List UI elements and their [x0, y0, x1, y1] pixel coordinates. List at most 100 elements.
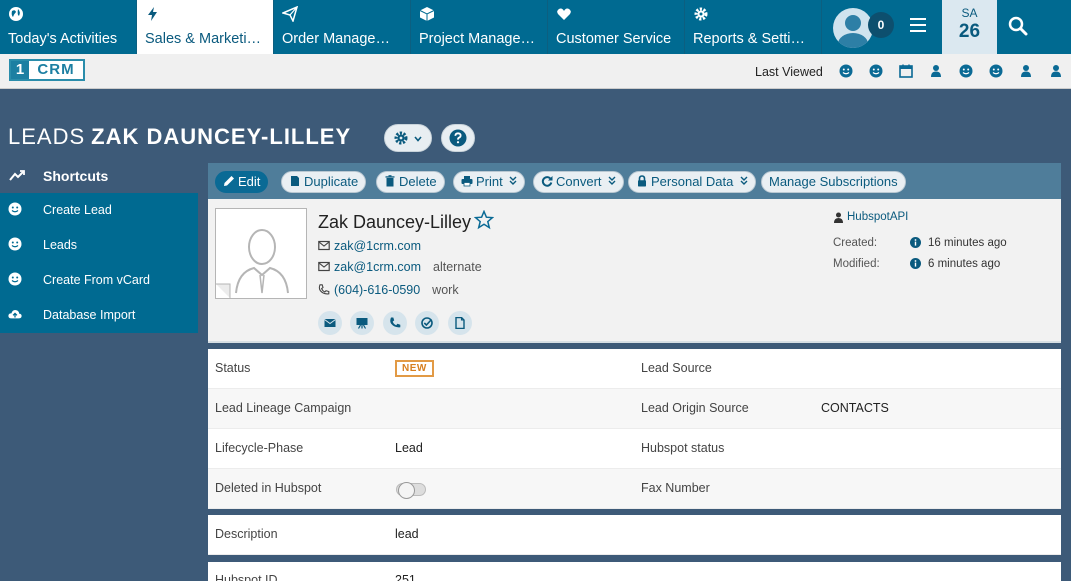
- field-label: Hubspot status: [641, 441, 725, 455]
- sidebar-item-create-lead[interactable]: Create Lead: [0, 193, 198, 228]
- sidebar-item-leads[interactable]: Leads: [0, 228, 198, 263]
- assigned-user-link[interactable]: HubspotAPI: [847, 211, 908, 223]
- detail-row-deleted: Deleted in Hubspot Fax Number: [208, 469, 1061, 509]
- tab-reports-settings[interactable]: Reports & Setti…: [685, 0, 822, 54]
- send-email-button[interactable]: [318, 311, 342, 335]
- settings-dropdown-button[interactable]: [384, 124, 432, 152]
- email-alternate-tag: alternate: [433, 260, 482, 274]
- heart-icon: [557, 8, 571, 20]
- notification-badge[interactable]: 0: [868, 12, 894, 38]
- log-call-button[interactable]: [383, 311, 407, 335]
- chevron-down-icon: [414, 136, 422, 142]
- create-task-button[interactable]: [415, 311, 439, 335]
- person-icon[interactable]: [1019, 64, 1033, 78]
- tab-label: Customer Service: [556, 31, 672, 47]
- convert-button-label: Convert: [556, 174, 602, 189]
- envelope-icon: [318, 240, 330, 251]
- app-logo[interactable]: 1 CRM: [9, 59, 85, 81]
- smiley-icon[interactable]: [959, 64, 973, 78]
- record-name: ZAK DAUNCEY-LILLEY: [91, 124, 352, 149]
- convert-dropdown-button[interactable]: Convert: [533, 171, 625, 193]
- double-chevron-down-icon: [608, 176, 616, 185]
- field-label: Status: [215, 361, 251, 375]
- create-note-button[interactable]: [448, 311, 472, 335]
- sidebar-item-create-from-vcard[interactable]: Create From vCard: [0, 263, 198, 298]
- search-icon: [1008, 16, 1028, 36]
- manage-subscriptions-button[interactable]: Manage Subscriptions: [761, 171, 906, 193]
- person-icon[interactable]: [1049, 64, 1063, 78]
- tab-label: Order Manage…: [282, 31, 390, 47]
- envelope-icon: [318, 261, 330, 272]
- lead-photo-placeholder[interactable]: [215, 208, 307, 299]
- gear-icon: [694, 7, 708, 21]
- search-button[interactable]: [997, 0, 1035, 54]
- calendar-date[interactable]: SA 26: [942, 0, 997, 54]
- sidebar-item-database-import[interactable]: Database Import: [0, 298, 198, 333]
- contact-row-email-alternate: zak@1crm.com alternate: [318, 260, 482, 274]
- detail-row-lineage: Lead Lineage Campaign Lead Origin Source…: [208, 389, 1061, 429]
- double-chevron-down-icon: [509, 176, 517, 185]
- help-button[interactable]: [441, 124, 475, 152]
- logo-number: 1: [11, 61, 29, 79]
- printer-icon: [461, 176, 473, 187]
- last-viewed-label: Last Viewed: [755, 65, 823, 79]
- smiley-icon[interactable]: [989, 64, 1003, 78]
- field-label: Hubspot ID: [215, 573, 278, 581]
- info-icon[interactable]: [910, 237, 921, 248]
- page-title: LEADS ZAK DAUNCEY-LILLEY: [8, 124, 351, 150]
- email-alternate-link[interactable]: zak@1crm.com: [334, 260, 421, 274]
- tab-sales-marketing[interactable]: Sales & Marketi…: [137, 0, 274, 54]
- record-summary-card: Zak Dauncey-Lilley zak@1crm.com zak@1crm…: [208, 199, 1061, 343]
- check-circle-icon: [421, 317, 433, 329]
- tab-project-management[interactable]: Project Manage…: [411, 0, 548, 54]
- person-icon[interactable]: [929, 64, 943, 78]
- print-dropdown-button[interactable]: Print: [453, 171, 526, 193]
- email-primary-link[interactable]: zak@1crm.com: [334, 239, 421, 253]
- smiley-icon[interactable]: [839, 64, 853, 78]
- field-label: Lead Source: [641, 361, 712, 375]
- smiley-icon: [8, 202, 22, 216]
- field-label: Deleted in Hubspot: [215, 481, 322, 495]
- double-chevron-down-icon: [740, 176, 748, 185]
- phone-link[interactable]: (604)-616-0590: [334, 283, 420, 297]
- paper-plane-icon: [282, 6, 298, 22]
- assigned-user: HubspotAPI: [847, 211, 908, 223]
- contact-row-email-primary: zak@1crm.com: [318, 239, 421, 253]
- tab-label: Sales & Marketi…: [145, 31, 262, 47]
- info-icon[interactable]: [910, 258, 921, 269]
- delete-button-label: Delete: [399, 174, 437, 189]
- delete-button[interactable]: Delete: [376, 171, 445, 193]
- schedule-meeting-button[interactable]: [350, 311, 374, 335]
- avatar[interactable]: [833, 8, 873, 48]
- duplicate-button-label: Duplicate: [304, 174, 359, 189]
- detail-fields-panel: Status NEW Lead Source Lead Lineage Camp…: [208, 349, 1061, 509]
- tab-todays-activities[interactable]: Today's Activities: [0, 0, 137, 54]
- presentation-board-icon: [356, 318, 368, 329]
- lead-full-name: Zak Dauncey-Lilley: [318, 212, 472, 232]
- tab-customer-service[interactable]: Customer Service: [548, 0, 685, 54]
- field-label: Lead Lineage Campaign: [215, 401, 352, 415]
- personal-data-dropdown-button[interactable]: Personal Data: [628, 171, 757, 193]
- edit-button[interactable]: Edit: [215, 171, 269, 193]
- favorite-star-icon[interactable]: [474, 210, 494, 230]
- edit-button-label: Edit: [238, 174, 261, 189]
- shortcuts-heading-label: Shortcuts: [43, 168, 109, 184]
- tab-order-management[interactable]: Order Manage…: [274, 0, 411, 54]
- phone-icon: [318, 284, 330, 295]
- sidebar-item-label: Create Lead: [43, 203, 112, 217]
- smiley-icon[interactable]: [869, 64, 883, 78]
- trend-chart-icon: [9, 170, 25, 181]
- personal-data-button-label: Personal Data: [651, 174, 734, 189]
- sidebar-item-label: Leads: [43, 238, 78, 252]
- envelope-icon: [324, 319, 336, 327]
- calendar-icon[interactable]: [899, 64, 913, 78]
- globe-icon: [9, 7, 23, 21]
- detail-row-hubspot-id: Hubspot ID 251: [208, 562, 1061, 581]
- duplicate-button[interactable]: Duplicate: [281, 171, 367, 193]
- hamburger-menu-icon[interactable]: [910, 18, 926, 32]
- logo-text: CRM: [29, 61, 83, 79]
- secondary-bar: 1 CRM Last Viewed: [0, 54, 1071, 89]
- field-value: lead: [395, 527, 419, 541]
- shortcuts-sidebar: Create Lead Leads Create From vCard Data…: [0, 193, 198, 333]
- lock-icon: [638, 175, 646, 187]
